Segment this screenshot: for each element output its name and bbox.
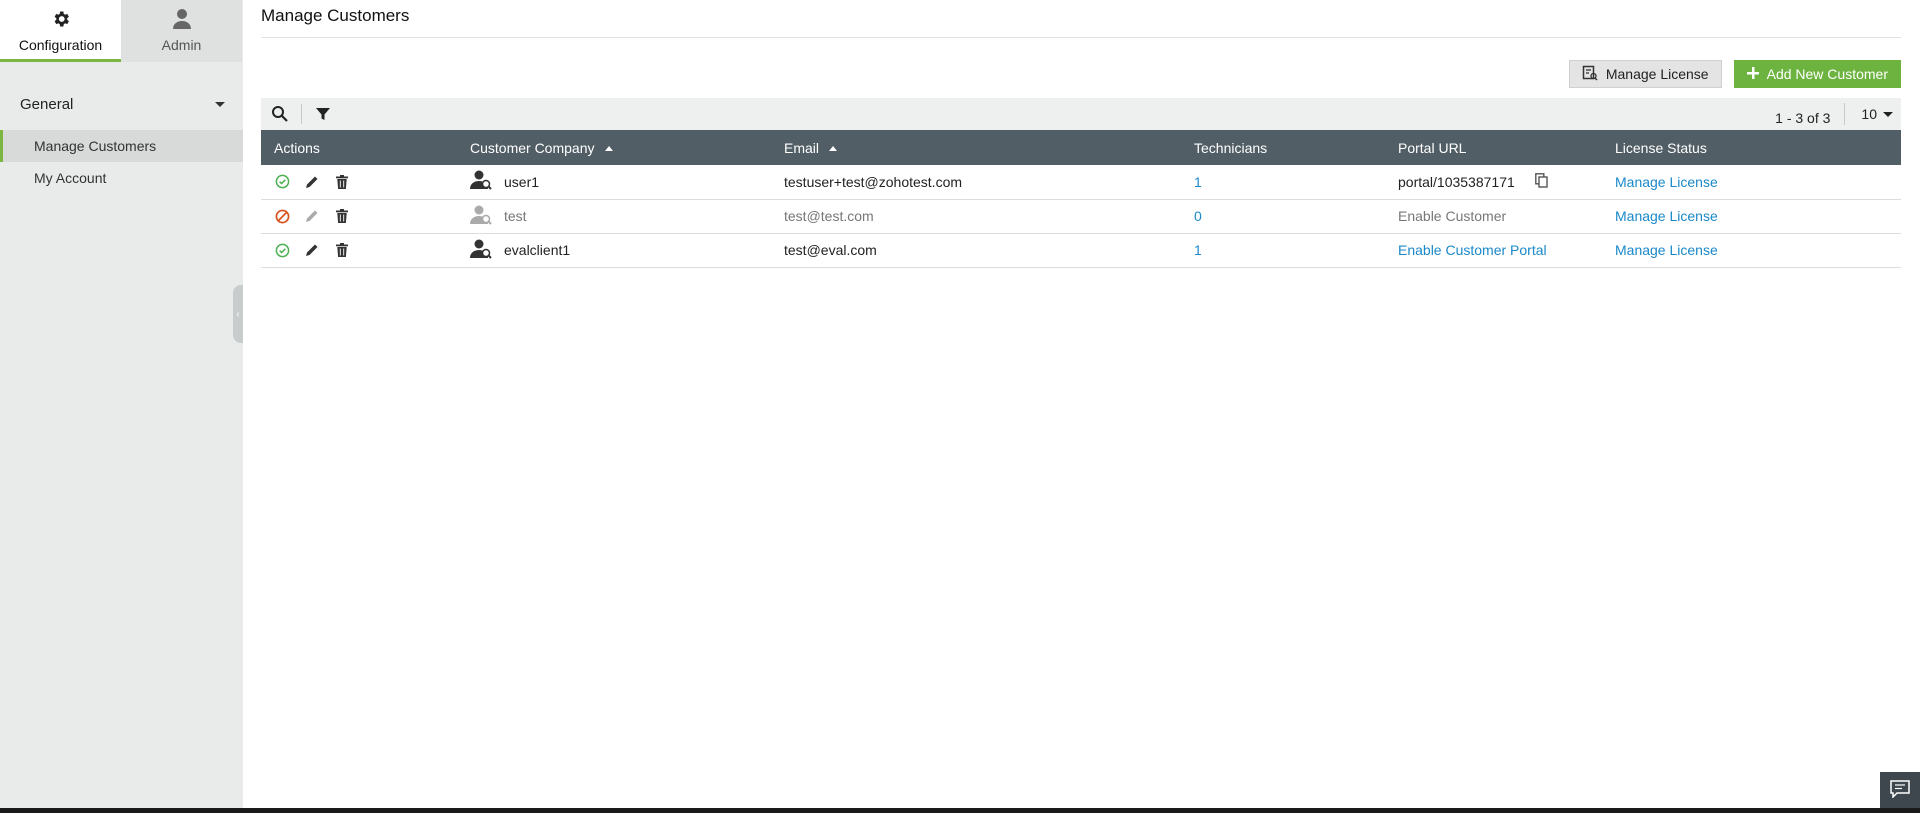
sidebar-item-my-account[interactable]: My Account <box>0 162 243 194</box>
portal-url: portal/1035387171 <box>1398 173 1515 190</box>
search-icon[interactable] <box>269 103 291 125</box>
table-row: user1 testuser+test@zohotest.com 1 porta… <box>261 165 1901 199</box>
column-header-portal-url[interactable]: Portal URL <box>1385 130 1602 165</box>
column-header-company[interactable]: Customer Company <box>457 130 771 165</box>
manage-license-link[interactable]: Manage License <box>1615 174 1718 190</box>
chat-button[interactable] <box>1880 772 1920 808</box>
main-content: Manage Customers Manage License Add New … <box>261 0 1901 268</box>
column-header-email[interactable]: Email <box>771 130 1181 165</box>
customer-company: user1 <box>504 173 540 190</box>
page-size-select[interactable]: 10 <box>1844 103 1893 125</box>
table-header-row: Actions Customer Company Email Technicia… <box>261 130 1901 165</box>
column-header-technicians[interactable]: Technicians <box>1181 130 1385 165</box>
manage-license-link[interactable]: Manage License <box>1615 208 1718 224</box>
column-header-actions: Actions <box>274 139 320 156</box>
disabled-block-icon[interactable] <box>274 208 290 224</box>
page-title: Manage Customers <box>261 0 1901 38</box>
gear-icon <box>51 7 71 31</box>
bottom-bar <box>0 808 1920 813</box>
customer-email: test@eval.com <box>784 242 877 258</box>
table-row: test test@test.com 0 Enable Customer Man… <box>261 199 1901 233</box>
toolbar-divider <box>301 104 302 124</box>
edit-pencil-icon[interactable] <box>304 174 320 190</box>
manage-license-button[interactable]: Manage License <box>1568 60 1722 88</box>
manage-license-label: Manage License <box>1605 66 1709 82</box>
delete-trash-icon[interactable] <box>334 174 350 190</box>
nav-section-general: General Manage Customers My Account <box>0 92 243 194</box>
nav-section-title: General <box>20 95 74 113</box>
sidebar-item-manage-customers[interactable]: Manage Customers <box>0 130 243 162</box>
pagination: 1 - 3 of 3 10 <box>1775 102 1893 126</box>
enable-customer-portal-link[interactable]: Enable Customer Portal <box>1398 242 1547 258</box>
enabled-check-icon[interactable] <box>274 242 290 258</box>
sort-asc-icon <box>604 146 613 152</box>
column-header-license-status[interactable]: License Status <box>1602 130 1901 165</box>
table-row: evalclient1 test@eval.com 1 Enable Custo… <box>261 233 1901 267</box>
enabled-check-icon[interactable] <box>274 174 290 190</box>
copy-icon[interactable] <box>1534 172 1548 191</box>
customers-table: Actions Customer Company Email Technicia… <box>261 130 1901 268</box>
technicians-count-link[interactable]: 1 <box>1194 242 1202 258</box>
sidebar: Configuration Admin General Manage Custo… <box>0 0 243 808</box>
chat-icon <box>1890 779 1910 801</box>
add-new-customer-button[interactable]: Add New Customer <box>1733 60 1901 88</box>
sidebar-collapse-handle[interactable]: ‹ <box>233 285 243 343</box>
technicians-count-link[interactable]: 0 <box>1194 208 1202 224</box>
pager-text: 1 - 3 of 3 <box>1775 110 1831 126</box>
nav-section-header[interactable]: General <box>0 92 243 116</box>
button-bar: Manage License Add New Customer <box>261 50 1901 98</box>
tab-configuration[interactable]: Configuration <box>0 0 121 62</box>
customer-user-icon <box>470 205 492 228</box>
edit-pencil-icon[interactable] <box>304 208 320 224</box>
chevron-left-icon: ‹ <box>236 308 240 320</box>
top-tabs: Configuration Admin <box>0 0 243 62</box>
customer-user-icon <box>470 239 492 262</box>
page-size-value: 10 <box>1861 106 1877 122</box>
user-icon <box>172 7 192 31</box>
customer-email: test@test.com <box>784 208 874 224</box>
customer-email: testuser+test@zohotest.com <box>784 173 963 190</box>
sort-asc-icon <box>829 146 838 152</box>
edit-pencil-icon[interactable] <box>304 242 320 258</box>
add-new-customer-label: Add New Customer <box>1766 66 1888 82</box>
tab-admin-label: Admin <box>161 37 202 53</box>
chevron-down-icon <box>1883 111 1893 117</box>
filter-icon[interactable] <box>312 103 334 125</box>
license-icon <box>1582 65 1598 84</box>
technicians-count-link[interactable]: 1 <box>1194 174 1202 190</box>
chevron-down-icon <box>215 101 225 107</box>
table-toolbar: 1 - 3 of 3 10 <box>261 98 1901 130</box>
enable-customer-text: Enable Customer <box>1398 208 1507 224</box>
customer-company: evalclient1 <box>504 242 571 258</box>
plus-icon <box>1746 66 1759 82</box>
tab-admin[interactable]: Admin <box>121 0 242 62</box>
delete-trash-icon[interactable] <box>334 242 350 258</box>
nav-list: Manage Customers My Account <box>0 130 243 194</box>
manage-license-link[interactable]: Manage License <box>1615 242 1718 258</box>
tab-configuration-label: Configuration <box>18 37 103 53</box>
customer-company: test <box>504 208 527 224</box>
customer-user-icon <box>470 170 492 193</box>
delete-trash-icon[interactable] <box>334 208 350 224</box>
